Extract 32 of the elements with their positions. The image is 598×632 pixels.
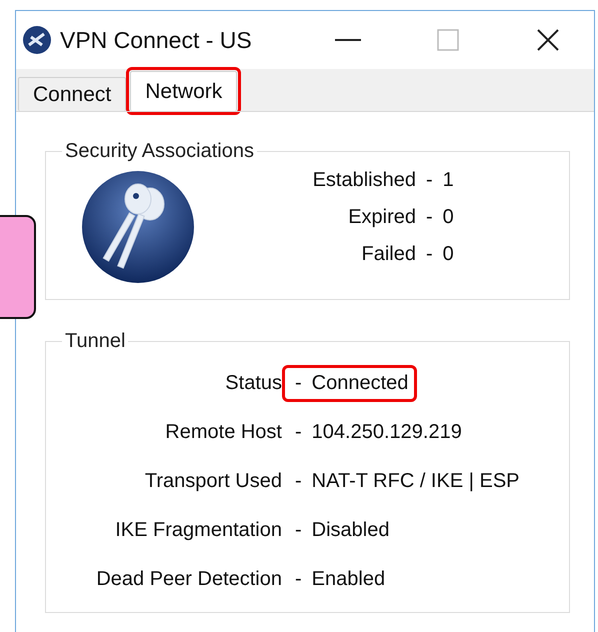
field-value: Connected [312,372,408,395]
keys-icon [80,169,196,285]
field-label: Remote Host [164,421,282,444]
separator-text: - [426,243,433,266]
tab[interactable]: Connect [18,77,126,111]
minimize-icon [335,38,361,42]
group-title: Tunnel [64,330,126,353]
field-label: Established [312,169,416,192]
field-value: 0 [442,206,454,229]
field-value: 0 [442,243,454,266]
field-label: Failed [360,243,416,266]
separator-text: - [295,568,302,591]
maximize-icon [437,29,459,51]
field-label: Transport Used [144,470,282,493]
field-value: NAT-T RFC / IKE | ESP [312,470,520,493]
field-value: Enabled [312,568,386,591]
separator-text: - [426,169,433,192]
separator-text: - [295,372,302,395]
separator-text: - [295,470,302,493]
close-icon [536,28,560,52]
field-value: 1 [442,169,454,192]
field-label: Expired [347,206,416,229]
field-label: IKE Fragmentation [114,519,282,542]
separator-text: - [295,519,302,542]
field-label: Dead Peer Detection [95,568,282,591]
separator-text: - [295,421,302,444]
field-value: 104.250.129.219 [312,421,462,444]
group-title: Security Associations [64,140,255,163]
field-label: Status [224,372,282,395]
separator-text: - [426,206,433,229]
field-value: Disabled [312,519,390,542]
window-title: VPN Connect - US [60,26,253,54]
